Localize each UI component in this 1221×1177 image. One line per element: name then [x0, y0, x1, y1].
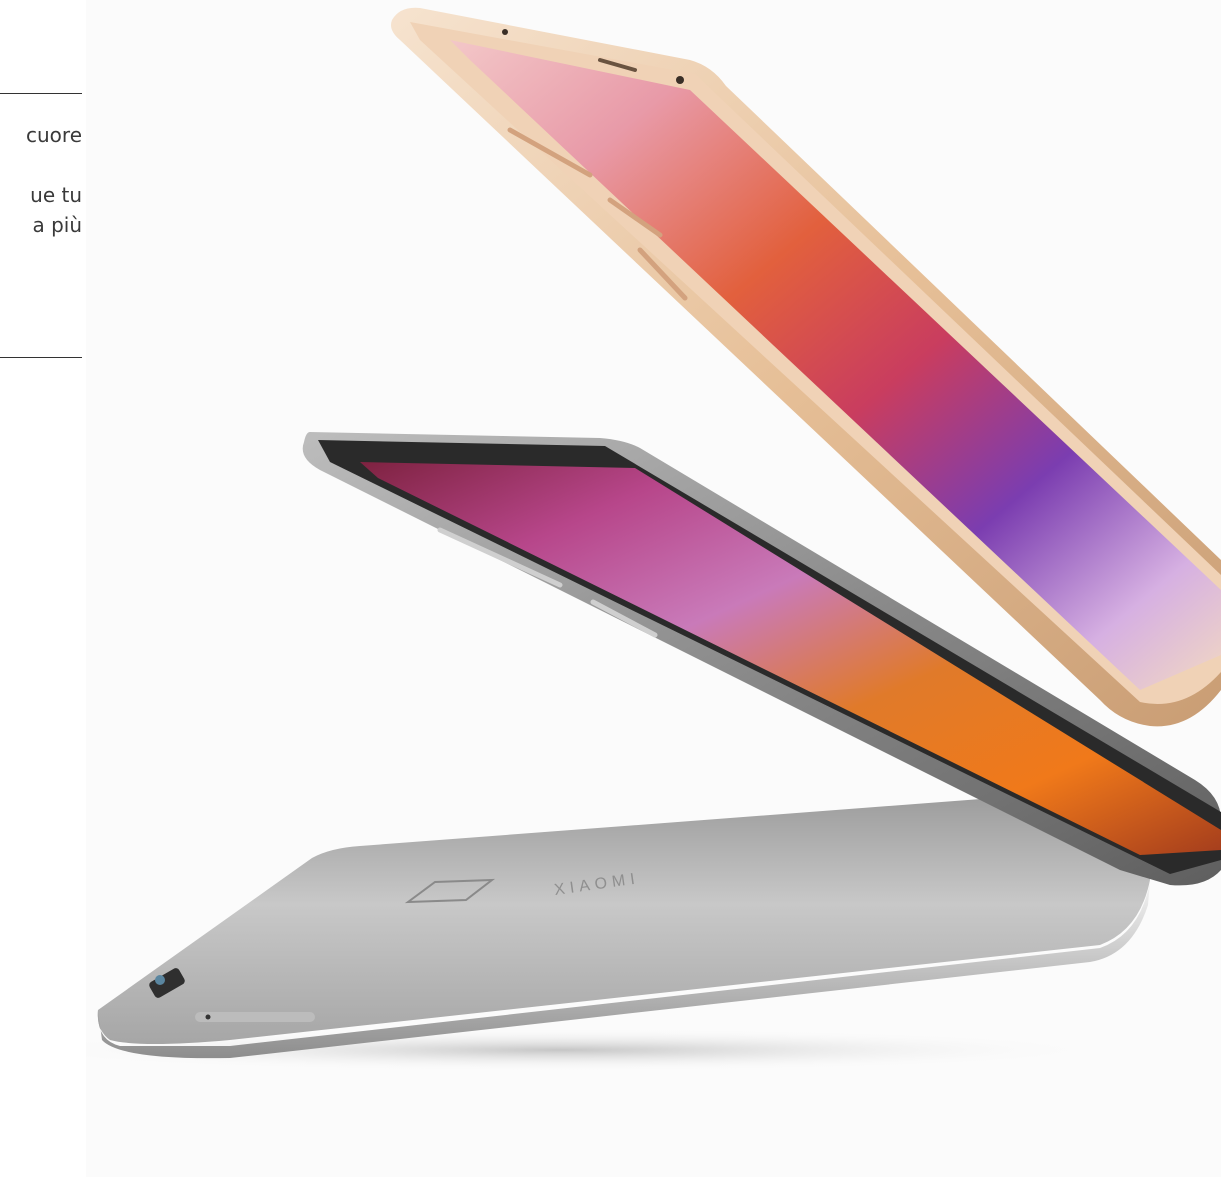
- text-line-3: a più: [32, 213, 82, 237]
- text-line-2: ue tu: [30, 183, 82, 207]
- text-panel: cuore ue tu a più: [0, 0, 86, 1177]
- bottom-divider: [0, 357, 82, 358]
- top-divider: [0, 93, 82, 94]
- product-hero-image: XIAOMI: [0, 0, 1221, 1177]
- text-line-1: cuore: [26, 123, 82, 147]
- text-block: cuore ue tu a più: [0, 120, 82, 240]
